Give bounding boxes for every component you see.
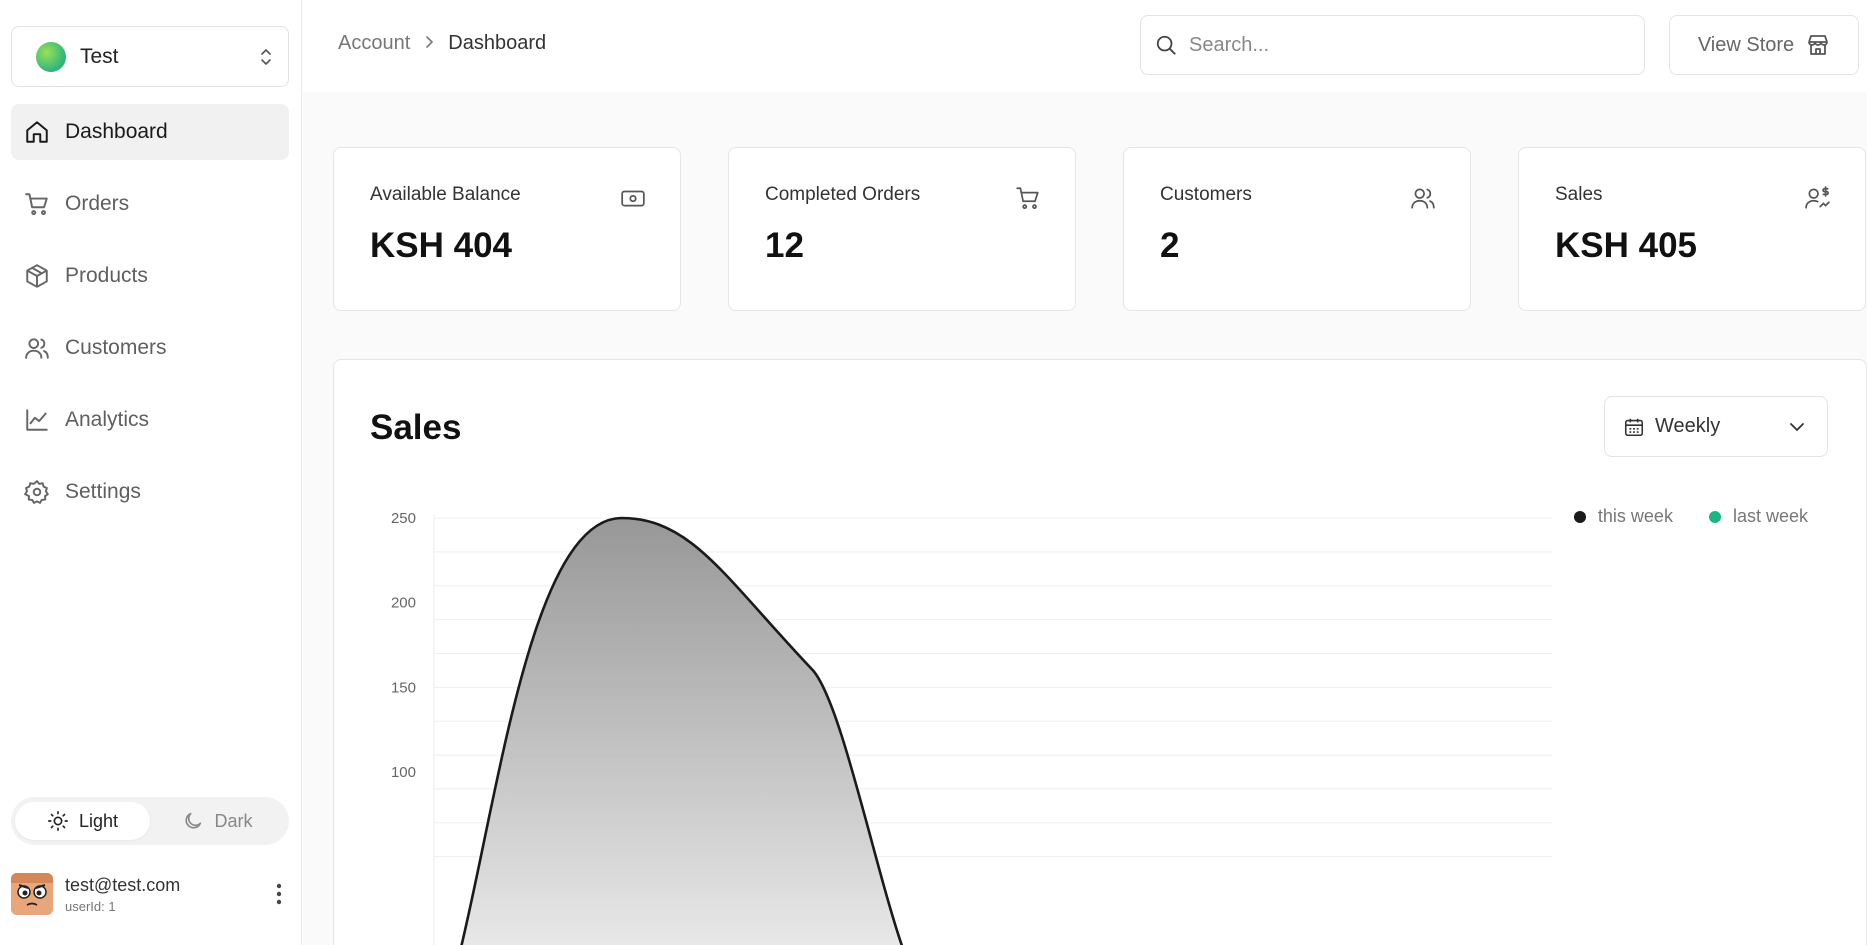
sidebar-item-dashboard[interactable]: Dashboard [11, 104, 289, 160]
y-tick-label: 150 [391, 679, 416, 696]
user-email: test@test.com [65, 874, 181, 895]
avatar [11, 873, 53, 915]
chevrons-up-down-icon [261, 48, 271, 65]
cart-icon [1016, 187, 1039, 210]
sidebar-item-label: Settings [65, 480, 141, 503]
workspace-switcher[interactable]: Test [11, 26, 289, 87]
stat-value: 2 [1160, 226, 1180, 265]
sidebar: Test Dashboard Orders Products Customers… [0, 0, 302, 945]
stats-cards: Available Balance KSH 404 Completed Orde… [333, 147, 1866, 311]
view-store-label: View Store [1697, 33, 1795, 56]
users-icon [23, 334, 51, 362]
user-profile[interactable]: test@test.com userId: 1 [11, 870, 289, 918]
sidebar-item-products[interactable]: Products [11, 248, 289, 304]
stat-card-customers: Customers 2 [1123, 147, 1471, 311]
stat-card-sales: Sales KSH 405 [1518, 147, 1866, 311]
sun-icon [47, 811, 68, 831]
search-box [1140, 15, 1645, 75]
search-icon [1156, 35, 1176, 55]
breadcrumb-account[interactable]: Account [338, 32, 410, 55]
sidebar-item-label: Analytics [65, 408, 150, 431]
sidebar-item-label: Customers [65, 336, 167, 359]
cart-icon [23, 190, 51, 218]
theme-light-label: Light [78, 810, 119, 831]
gear-icon [23, 478, 51, 506]
user-dollar-icon [1805, 186, 1830, 209]
sidebar-nav: Dashboard Orders Products Customers Anal… [11, 104, 289, 536]
users-icon [1411, 188, 1435, 209]
sidebar-item-analytics[interactable]: Analytics [11, 392, 289, 448]
workspace-logo [36, 41, 66, 72]
store-icon [1808, 35, 1829, 55]
sidebar-item-settings[interactable]: Settings [11, 464, 289, 520]
breadcrumb-dashboard: Dashboard [448, 32, 547, 54]
stat-card-available-balance: Available Balance KSH 404 [333, 147, 681, 311]
box-icon [23, 262, 51, 290]
sidebar-item-orders[interactable]: Orders [11, 176, 289, 232]
theme-toggle: Light Dark [11, 797, 289, 845]
stat-title: Completed Orders [765, 184, 921, 205]
sales-area-chart: 100 150 200 250 [391, 510, 1552, 945]
chevron-right-icon [424, 33, 434, 54]
stat-title: Sales [1555, 184, 1603, 205]
stat-value: KSH 405 [1555, 226, 1698, 265]
theme-light-button[interactable]: Light [15, 802, 150, 840]
workspace-name: Test [80, 44, 119, 68]
search-input[interactable] [1189, 33, 1629, 57]
stat-title: Available Balance [370, 184, 521, 205]
moon-icon [185, 812, 202, 829]
sales-panel: Sales Weekly this week last week 100 150… [333, 359, 1867, 945]
sidebar-item-label: Orders [65, 192, 130, 215]
stat-title: Customers [1160, 184, 1252, 205]
sidebar-item-label: Products [65, 264, 148, 287]
user-id: userId: 1 [65, 898, 116, 914]
main-content: Available Balance KSH 404 Completed Orde… [303, 92, 1867, 945]
chart-line-icon [23, 406, 51, 434]
sidebar-item-label: Dashboard [65, 120, 168, 143]
theme-dark-label: Dark [214, 810, 253, 831]
y-tick-label: 200 [391, 595, 416, 612]
stat-value: 12 [765, 226, 804, 265]
stat-value: KSH 404 [370, 226, 513, 265]
banknote-icon [621, 190, 645, 207]
view-store-button[interactable]: View Store [1669, 15, 1859, 75]
more-vertical-icon[interactable] [269, 879, 289, 909]
y-tick-label: 100 [391, 764, 416, 781]
home-icon [23, 118, 51, 146]
theme-dark-button[interactable]: Dark [150, 802, 285, 840]
stat-card-completed-orders: Completed Orders 12 [728, 147, 1076, 311]
sidebar-item-customers[interactable]: Customers [11, 320, 289, 376]
breadcrumb: Account Dashboard [338, 32, 546, 55]
top-header: Account Dashboard View Store [303, 0, 1867, 92]
y-tick-label: 250 [391, 510, 416, 527]
